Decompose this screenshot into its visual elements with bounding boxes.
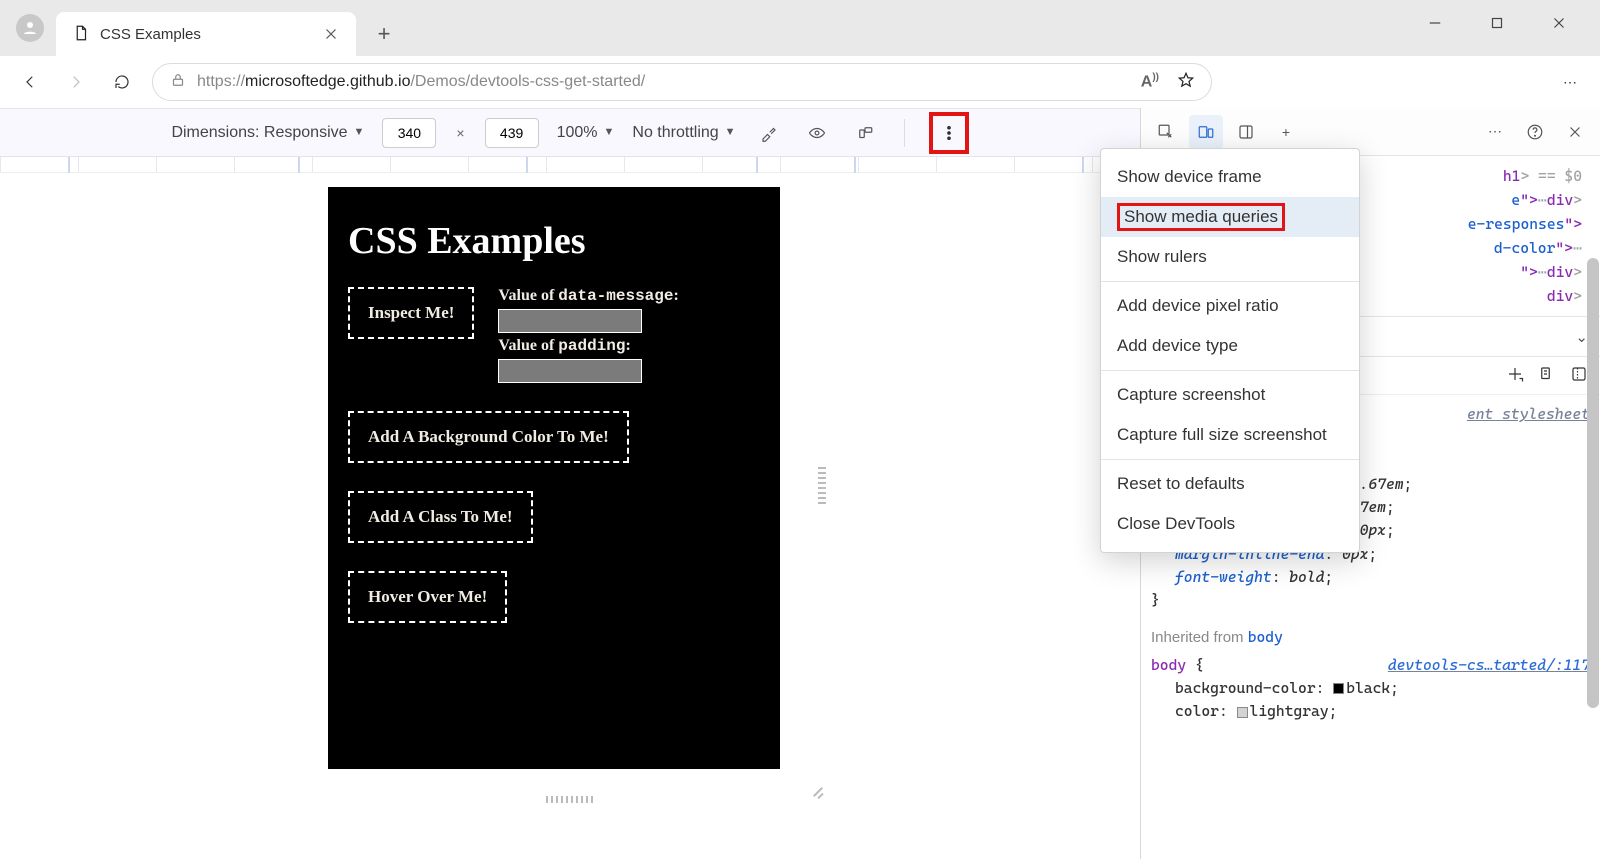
x-label: × [456, 125, 464, 141]
forward-button [60, 66, 92, 98]
media-query-ruler [0, 157, 1140, 173]
menu-item-show-device-frame[interactable]: Show device frame [1101, 157, 1359, 197]
menu-item-capture-screenshot[interactable]: Capture screenshot [1101, 375, 1359, 415]
device-toolbar: Dimensions: Responsive▼ × 100%▼ No throt… [0, 109, 1140, 157]
back-button[interactable] [14, 66, 46, 98]
new-tab-button[interactable]: + [366, 16, 402, 52]
menu-item-capture-full-size-screenshot[interactable]: Capture full size screenshot [1101, 415, 1359, 455]
device-mode-viewport: Dimensions: Responsive▼ × 100%▼ No throt… [0, 108, 1140, 859]
close-tab-button[interactable] [322, 25, 340, 43]
menu-item-show-media-queries[interactable]: Show media queries [1101, 197, 1359, 237]
close-window-button[interactable] [1542, 8, 1576, 38]
throttling-dropdown[interactable]: No throttling▼ [632, 124, 735, 142]
rotate-icon[interactable] [850, 118, 880, 148]
menu-item-add-device-pixel-ratio[interactable]: Add device pixel ratio [1101, 286, 1359, 326]
resize-handle-corner[interactable] [810, 785, 824, 799]
maximize-button[interactable] [1480, 8, 1514, 38]
inspect-me-box[interactable]: Inspect Me! [348, 287, 474, 339]
scrollbar-vertical[interactable] [1586, 258, 1600, 853]
profile-avatar-icon[interactable] [16, 14, 44, 42]
visibility-icon[interactable] [802, 118, 832, 148]
page-heading: CSS Examples [348, 219, 760, 263]
tab-title: CSS Examples [100, 26, 201, 43]
dock-side-icon[interactable] [1229, 115, 1263, 149]
device-options-menu: Show device frameShow media queriesShow … [1100, 148, 1360, 553]
resize-handle-bottom[interactable] [546, 796, 594, 803]
value-padding-input[interactable] [498, 359, 642, 383]
bg-color-box[interactable]: Add A Background Color To Me! [348, 411, 629, 463]
title-bar: CSS Examples + [0, 0, 1600, 56]
read-aloud-icon[interactable]: A)) [1141, 72, 1159, 91]
toggle-state-icon[interactable] [1538, 365, 1556, 387]
favorite-icon[interactable] [1177, 71, 1195, 94]
menu-item-add-device-type[interactable]: Add device type [1101, 326, 1359, 366]
page-icon [72, 24, 90, 45]
help-icon[interactable] [1518, 115, 1552, 149]
inspect-element-icon[interactable] [1149, 115, 1183, 149]
emulated-page[interactable]: CSS Examples Inspect Me! Value of data-m… [328, 187, 780, 769]
resize-handle-right[interactable] [818, 467, 826, 507]
width-input[interactable] [382, 118, 436, 148]
zoom-dropdown[interactable]: 100%▼ [557, 124, 615, 142]
device-frame: CSS Examples Inspect Me! Value of data-m… [328, 187, 812, 787]
value-data-message-input[interactable] [498, 309, 642, 333]
window-controls [1418, 8, 1590, 56]
eyedropper-icon[interactable] [754, 118, 784, 148]
devtools-more-icon[interactable]: ⋯ [1478, 115, 1512, 149]
menu-item-close-devtools[interactable]: Close DevTools [1101, 504, 1359, 544]
new-rule-icon[interactable] [1506, 365, 1524, 387]
add-tab-icon[interactable]: + [1269, 115, 1303, 149]
url-input[interactable]: https://microsoftedge.github.io/Demos/de… [152, 63, 1212, 101]
browser-tab[interactable]: CSS Examples [56, 12, 356, 56]
value-padding-label: Value of padding: [498, 337, 678, 355]
refresh-button[interactable] [106, 66, 138, 98]
hover-box[interactable]: Hover Over Me! [348, 571, 507, 623]
device-options-button[interactable] [929, 112, 969, 154]
value-column: Value of data-message: Value of padding: [498, 287, 678, 383]
device-toggle-icon[interactable] [1189, 115, 1223, 149]
dimensions-dropdown[interactable]: Dimensions: Responsive▼ [171, 124, 364, 142]
url-text: https://microsoftedge.github.io/Demos/de… [197, 73, 645, 91]
value-data-message-label: Value of data-message: [498, 287, 678, 305]
device-canvas: CSS Examples Inspect Me! Value of data-m… [0, 157, 1140, 859]
add-class-box[interactable]: Add A Class To Me! [348, 491, 533, 543]
height-input[interactable] [485, 118, 539, 148]
menu-item-reset-to-defaults[interactable]: Reset to defaults [1101, 464, 1359, 504]
address-bar: https://microsoftedge.github.io/Demos/de… [0, 56, 1600, 108]
close-devtools-icon[interactable] [1558, 115, 1592, 149]
minimize-button[interactable] [1418, 8, 1452, 38]
menu-item-show-rulers[interactable]: Show rulers [1101, 237, 1359, 277]
lock-icon [169, 71, 187, 94]
app-menu-button[interactable]: ⋯ [1554, 66, 1586, 98]
